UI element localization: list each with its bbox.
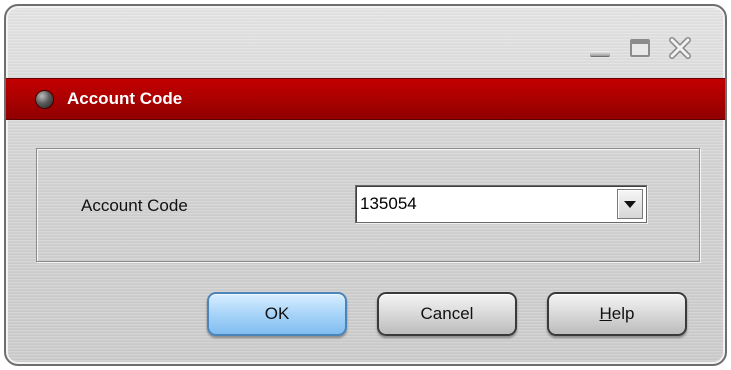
help-label-rest: elp <box>611 304 635 323</box>
maximize-icon <box>630 39 650 57</box>
close-icon <box>669 37 691 59</box>
dialog-title: Account Code <box>67 89 183 108</box>
ok-button[interactable]: OK <box>207 292 347 336</box>
maximize-button[interactable] <box>627 36 653 60</box>
dialog-header-banner: Account Code <box>6 78 725 120</box>
account-code-dropdown-button[interactable] <box>617 189 643 219</box>
account-code-combobox[interactable] <box>355 185 647 223</box>
cancel-button[interactable]: Cancel <box>377 292 517 336</box>
minimize-button[interactable] <box>587 36 613 60</box>
account-code-group: Account Code <box>36 148 700 262</box>
help-mnemonic: H <box>599 304 612 323</box>
ok-button-label: OK <box>264 304 290 323</box>
title-bar[interactable] <box>6 6 725 76</box>
cancel-button-label: Cancel <box>420 304 474 323</box>
window-controls <box>587 36 693 60</box>
close-button[interactable] <box>667 36 693 60</box>
dialog-window: Account Code Account Code OK Cancel Help <box>4 4 727 366</box>
help-button-label: Help <box>600 304 635 324</box>
minimize-icon <box>590 50 610 56</box>
help-button[interactable]: Help <box>547 292 687 336</box>
account-code-input[interactable] <box>356 193 617 215</box>
bullet-icon <box>36 90 53 108</box>
account-code-label: Account Code <box>81 196 188 215</box>
chevron-down-icon <box>624 200 636 208</box>
